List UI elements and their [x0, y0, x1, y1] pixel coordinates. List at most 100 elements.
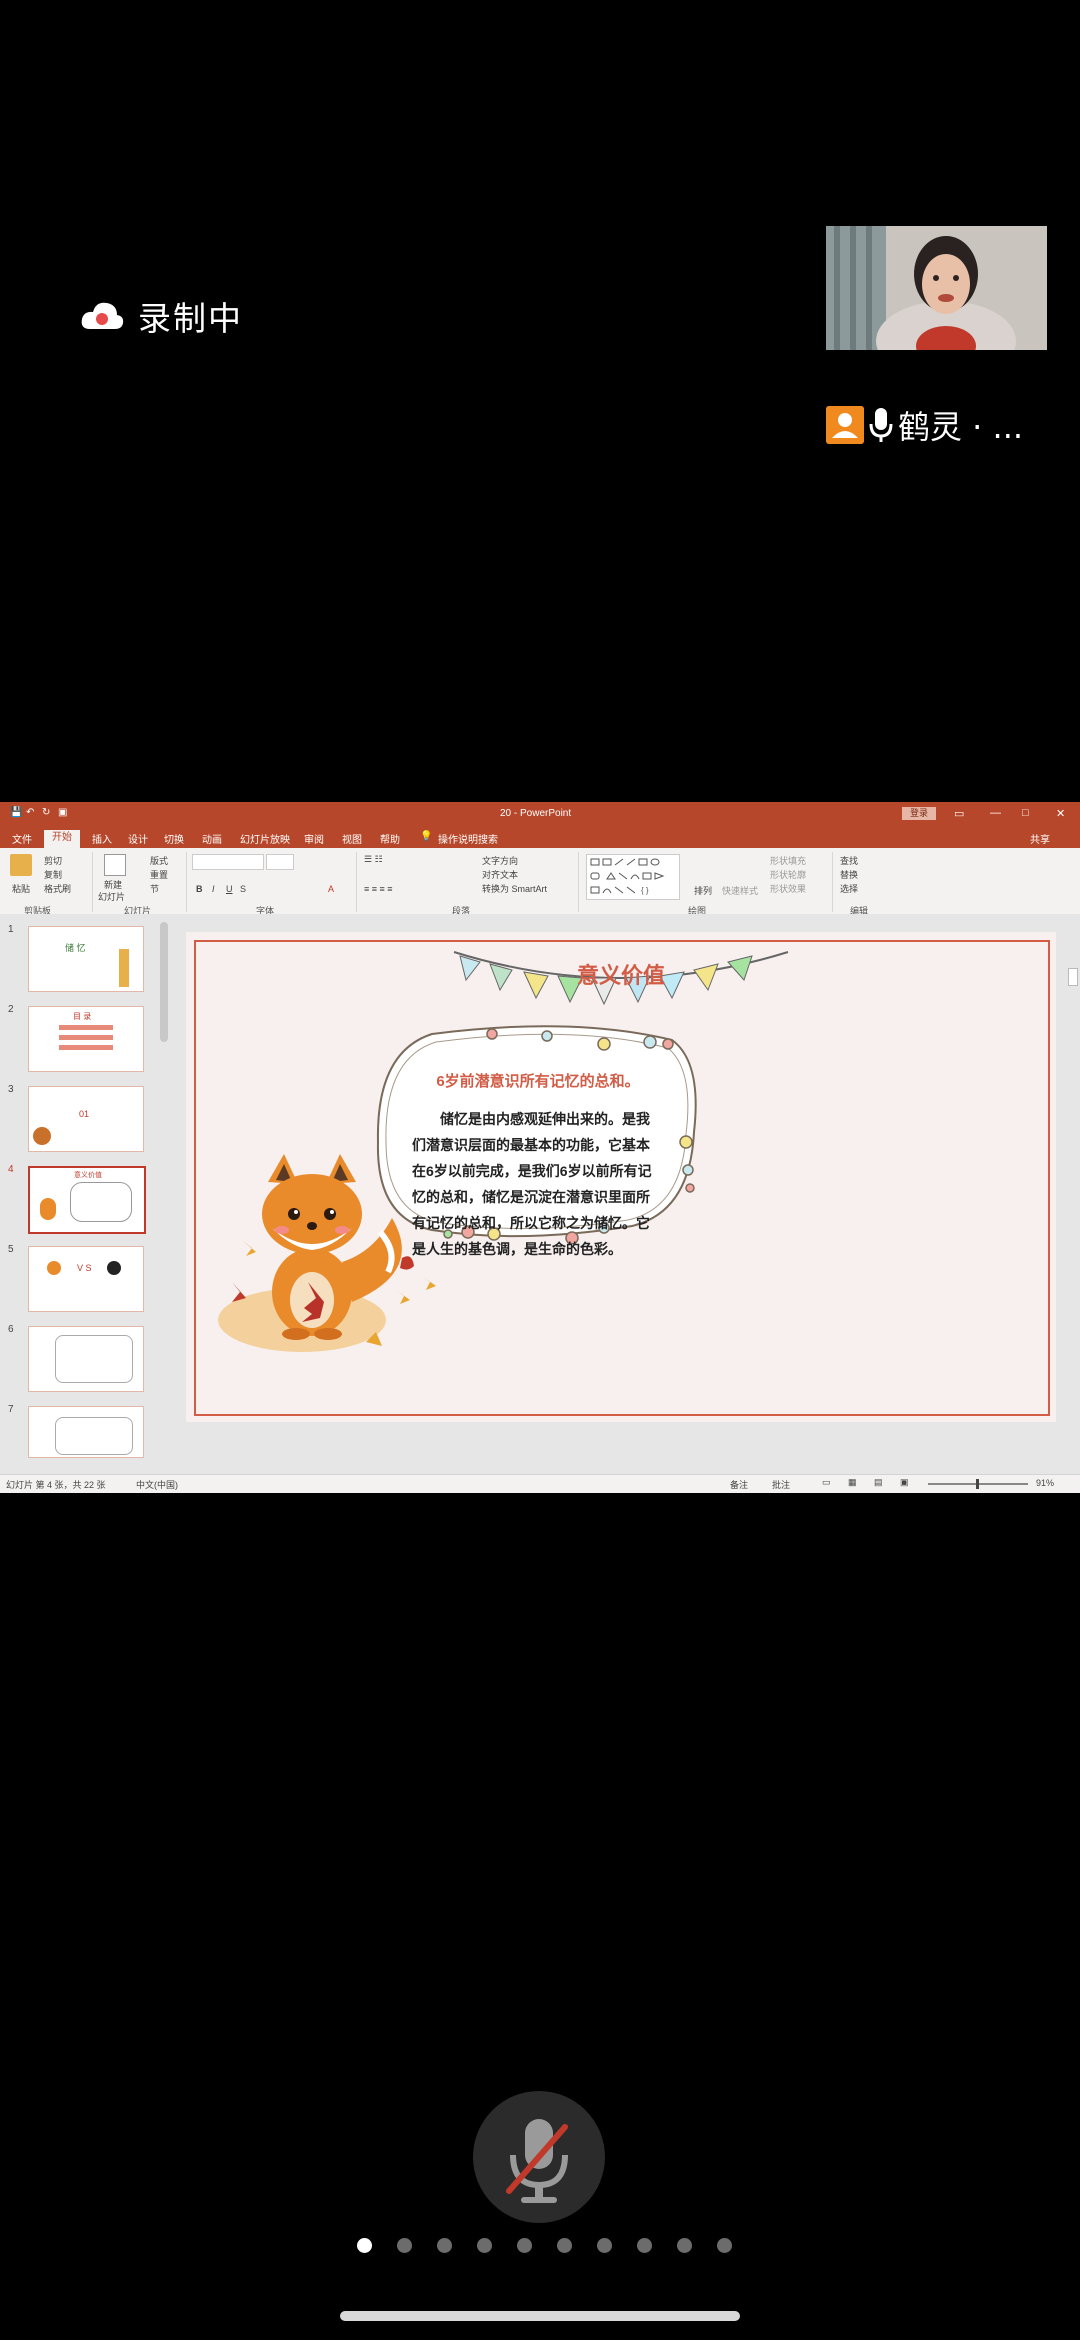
format-painter-button[interactable]: 格式刷 [44, 882, 71, 895]
shapes-gallery[interactable]: { } [586, 854, 680, 900]
close-icon[interactable]: ✕ [1056, 807, 1065, 820]
bold-icon[interactable]: B [196, 884, 203, 894]
ribbon-divider [578, 852, 579, 912]
home-indicator[interactable] [340, 2311, 740, 2321]
new-slide-icon[interactable] [104, 854, 126, 876]
text-direction-button[interactable]: 文字方向 [482, 854, 518, 867]
underline-icon[interactable]: U [226, 884, 233, 894]
page-dot[interactable] [357, 2238, 372, 2253]
lightbulb-icon: 💡 [420, 831, 433, 842]
cut-button[interactable]: 剪切 [44, 854, 62, 867]
tab-slideshow[interactable]: 幻灯片放映 [240, 831, 290, 846]
tab-view[interactable]: 视图 [342, 831, 362, 846]
page-dot[interactable] [517, 2238, 532, 2253]
font-name-select[interactable] [192, 854, 264, 870]
page-dot[interactable] [717, 2238, 732, 2253]
slide-scrollbar[interactable] [1068, 918, 1078, 1470]
recording-indicator: 录制中 [80, 292, 243, 340]
quick-styles-button[interactable]: 快速样式 [722, 884, 758, 897]
undo-icon[interactable]: ↶ [26, 807, 34, 818]
strikethrough-icon[interactable]: S [240, 884, 246, 894]
layout-button[interactable]: 版式 [150, 854, 168, 867]
copy-button[interactable]: 复制 [44, 868, 62, 881]
ribbon-divider [186, 852, 187, 912]
find-button[interactable]: 查找 [840, 854, 858, 867]
comments-button[interactable]: 批注 [772, 1478, 790, 1491]
replace-button[interactable]: 替换 [840, 868, 858, 881]
slide-thumbnail-3[interactable]: 01 [28, 1086, 144, 1152]
page-dot[interactable] [557, 2238, 572, 2253]
slide-thumbnail-6[interactable] [28, 1326, 144, 1392]
paste-icon[interactable] [10, 854, 32, 876]
arrange-button[interactable]: 排列 [694, 884, 712, 897]
font-color-icon[interactable]: A [328, 884, 334, 894]
thumb-title-1: 储 忆 [65, 943, 86, 953]
tab-animations[interactable]: 动画 [202, 831, 222, 846]
smartart-button[interactable]: 转换为 SmartArt [482, 882, 547, 895]
slideshow-icon[interactable]: ▣ [900, 1477, 909, 1488]
zoom-level[interactable]: 91% [1036, 1478, 1054, 1488]
zoom-slider[interactable] [928, 1479, 1028, 1489]
slide-canvas[interactable]: 意义价值 6岁前潜意识所有记忆的总和。 储忆是由内感观延伸出来的。是我们潜意识层… [186, 932, 1056, 1422]
slide-sorter-icon[interactable]: ▦ [848, 1477, 857, 1488]
shape-outline-button[interactable]: 形状轮廓 [770, 868, 806, 881]
section-button[interactable]: 节 [150, 882, 159, 895]
redo-icon[interactable]: ↻ [42, 807, 50, 818]
thumb-number-4: 4 [8, 1164, 14, 1175]
shape-effects-button[interactable]: 形状效果 [770, 882, 806, 895]
powerpoint-window: 💾 ↶ ↻ ▣ 20 - PowerPoint 登录 ▭ — □ ✕ 文件 开始… [0, 802, 1080, 1493]
new-slide-button-line2[interactable]: 幻灯片 [98, 890, 125, 903]
paste-button[interactable]: 粘贴 [12, 882, 30, 895]
minimize-icon[interactable]: — [990, 807, 1001, 819]
normal-view-icon[interactable]: ▭ [822, 1477, 831, 1488]
save-icon[interactable]: 💾 [10, 807, 22, 818]
bullets-icon[interactable]: ☰ ☷ [364, 854, 383, 865]
reset-button[interactable]: 重置 [150, 868, 168, 881]
login-button[interactable]: 登录 [902, 807, 936, 820]
thumb-number-3: 3 [8, 1084, 14, 1095]
tab-design[interactable]: 设计 [128, 831, 148, 846]
scrollbar-thumb[interactable] [1068, 968, 1078, 986]
font-size-select[interactable] [266, 854, 294, 870]
tab-review[interactable]: 审阅 [304, 831, 324, 846]
toc-bar [59, 1035, 113, 1040]
participant-video-frame [826, 226, 1047, 350]
thumb-text-bubble [55, 1417, 133, 1455]
ribbon-divider [92, 852, 93, 912]
align-icons[interactable]: ≡ ≡ ≡ ≡ [364, 884, 393, 894]
tab-file[interactable]: 文件 [12, 831, 32, 846]
tab-transitions[interactable]: 切换 [164, 831, 184, 846]
italic-icon[interactable]: I [212, 884, 215, 894]
ribbon-display-icon[interactable]: ▭ [954, 807, 964, 820]
shape-fill-button[interactable]: 形状填充 [770, 854, 806, 867]
tab-home[interactable]: 开始 [44, 830, 80, 848]
ribbon: 粘贴 剪切 复制 格式刷 剪贴板 新建 幻灯片 版式 重置 节 幻灯片 B I … [0, 848, 1080, 916]
participant-video[interactable] [826, 226, 1047, 350]
slide-thumbnail-1[interactable]: 储 忆 [28, 926, 144, 992]
share-button[interactable]: 共享 [1030, 831, 1050, 846]
slide-thumbnail-4[interactable]: 意义价值 [28, 1166, 146, 1234]
page-dot[interactable] [677, 2238, 692, 2253]
select-button[interactable]: 选择 [840, 882, 858, 895]
zoom-slider-thumb[interactable] [976, 1479, 979, 1489]
notes-button[interactable]: 备注 [730, 1478, 748, 1491]
page-dot[interactable] [597, 2238, 612, 2253]
tab-help[interactable]: 帮助 [380, 831, 400, 846]
reading-view-icon[interactable]: ▤ [874, 1477, 883, 1488]
thumbnail-scrollbar[interactable] [160, 922, 168, 1042]
tell-me-search[interactable]: 操作说明搜索 [438, 831, 498, 846]
slide-thumbnail-5[interactable]: V S [28, 1246, 144, 1312]
align-text-button[interactable]: 对齐文本 [482, 868, 518, 881]
language-indicator[interactable]: 中文(中国) [136, 1478, 178, 1491]
page-dot[interactable] [477, 2238, 492, 2253]
page-dot[interactable] [637, 2238, 652, 2253]
page-dot[interactable] [437, 2238, 452, 2253]
maximize-icon[interactable]: □ [1022, 807, 1029, 819]
slide-thumbnail-7[interactable] [28, 1406, 144, 1458]
slide-thumbnail-2[interactable]: 目 录 [28, 1006, 144, 1072]
thumb-number-2: 2 [8, 1004, 14, 1015]
page-dot[interactable] [397, 2238, 412, 2253]
mute-button[interactable] [473, 2091, 605, 2223]
present-icon[interactable]: ▣ [58, 807, 67, 818]
tab-insert[interactable]: 插入 [92, 831, 112, 846]
